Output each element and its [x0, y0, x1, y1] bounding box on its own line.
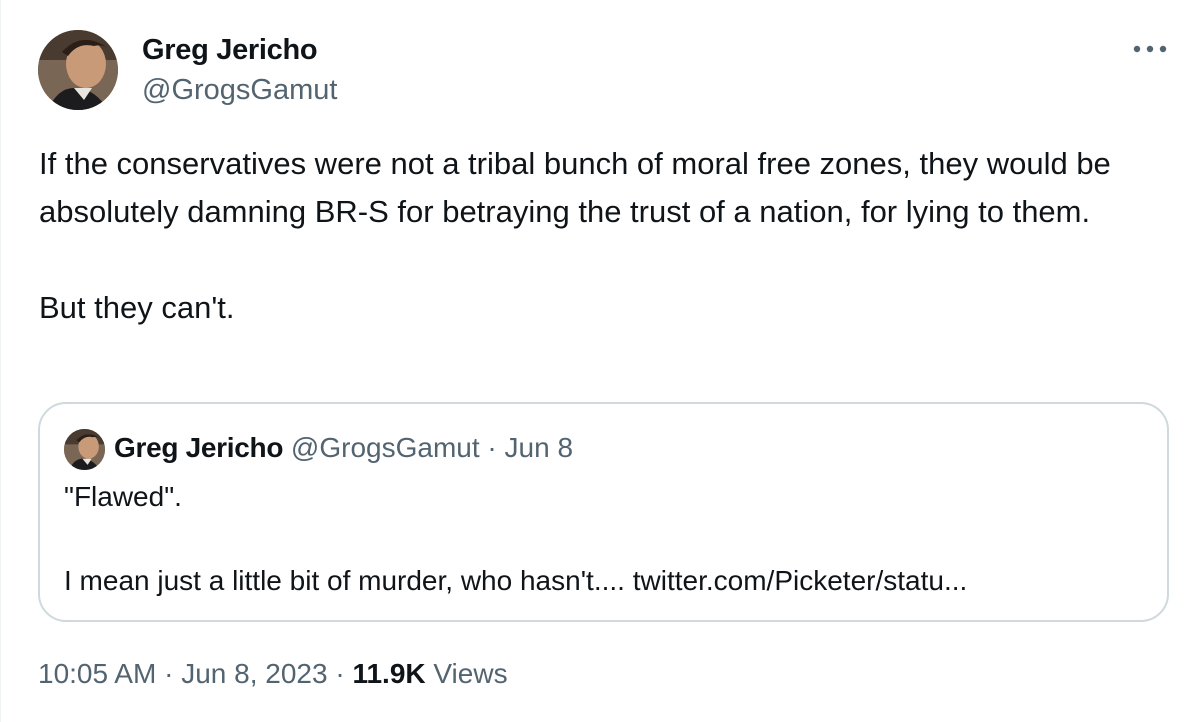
tweet-paragraph: If the conservatives were not a tribal b… — [39, 146, 1111, 229]
views-count[interactable]: 11.9K — [352, 658, 425, 689]
quoted-author-avatar[interactable] — [64, 429, 105, 470]
tweet: Greg Jericho @GrogsGamut If the conserva… — [0, 0, 1198, 722]
tweet-text: If the conservatives were not a tribal b… — [39, 140, 1179, 332]
quoted-tweet-text: "Flawed". I mean just a little bit of mu… — [64, 476, 1144, 602]
tweet-footer: 10:05 AM · Jun 8, 2023 · 11.9K Views — [38, 656, 508, 692]
avatar-photo — [64, 429, 105, 470]
quoted-author-handle[interactable]: @GrogsGamut — [291, 432, 480, 463]
avatar-photo — [38, 30, 118, 110]
quoted-author-name[interactable]: Greg Jericho — [114, 432, 283, 463]
footer-separator: · — [327, 658, 353, 689]
more-dots-icon — [1133, 45, 1167, 53]
quoted-paragraph-text: I mean just a little bit of murder, who … — [64, 565, 633, 596]
tweet-time[interactable]: 10:05 AM — [38, 658, 156, 689]
more-options-button[interactable] — [1127, 34, 1173, 64]
meta-separator: · — [479, 432, 505, 463]
author-handle[interactable]: @GrogsGamut — [142, 74, 337, 107]
tweet-date[interactable]: Jun 8, 2023 — [181, 658, 327, 689]
quoted-paragraph: I mean just a little bit of murder, who … — [64, 560, 1144, 602]
quoted-tweet-link[interactable]: twitter.com/Picketer/statu... — [633, 565, 968, 596]
quoted-tweet-header: Greg Jericho @GrogsGamut · Jun 8 — [114, 430, 573, 466]
author-name[interactable]: Greg Jericho — [142, 34, 318, 67]
author-avatar[interactable] — [38, 30, 118, 110]
views-label: Views — [433, 658, 508, 689]
quoted-tweet-card[interactable]: Greg Jericho @GrogsGamut · Jun 8 "Flawed… — [38, 402, 1169, 622]
tweet-paragraph: But they can't. — [39, 290, 235, 325]
quoted-paragraph: "Flawed". — [64, 481, 182, 512]
footer-separator: · — [156, 658, 182, 689]
quoted-tweet-date[interactable]: Jun 8 — [505, 432, 574, 463]
